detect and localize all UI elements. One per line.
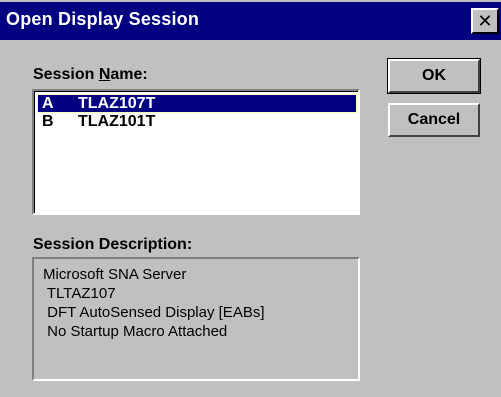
session-description-box: Microsoft SNA Server TLTAZ107 DFT AutoSe… <box>32 257 360 381</box>
open-display-session-dialog: Open Display Session ✕ Session Name: A T… <box>0 0 501 397</box>
close-button[interactable]: ✕ <box>471 8 499 34</box>
close-icon: ✕ <box>477 10 493 32</box>
session-name-listbox[interactable]: A TLAZ107T B TLAZ101T <box>32 89 360 215</box>
cancel-button[interactable]: Cancel <box>388 103 480 137</box>
session-key: A <box>42 94 54 112</box>
description-line: Microsoft SNA Server <box>43 266 187 283</box>
title-bar: Open Display Session ✕ <box>0 2 501 40</box>
session-name: TLAZ101T <box>78 112 156 130</box>
window-title: Open Display Session <box>6 9 200 29</box>
session-name: TLAZ107T <box>78 94 156 112</box>
session-name-label: Session Name: <box>33 66 148 83</box>
description-line: DFT AutoSensed Display [EABs] <box>43 304 265 321</box>
description-line: TLTAZ107 <box>43 285 116 302</box>
session-description-label: Session Description: <box>33 236 193 253</box>
session-key: B <box>42 112 54 130</box>
list-item-session-b[interactable]: B TLAZ101T <box>38 113 155 130</box>
list-item-session-a[interactable]: A TLAZ107T <box>37 94 357 113</box>
ok-button[interactable]: OK <box>387 58 481 94</box>
description-line: No Startup Macro Attached <box>43 323 228 340</box>
